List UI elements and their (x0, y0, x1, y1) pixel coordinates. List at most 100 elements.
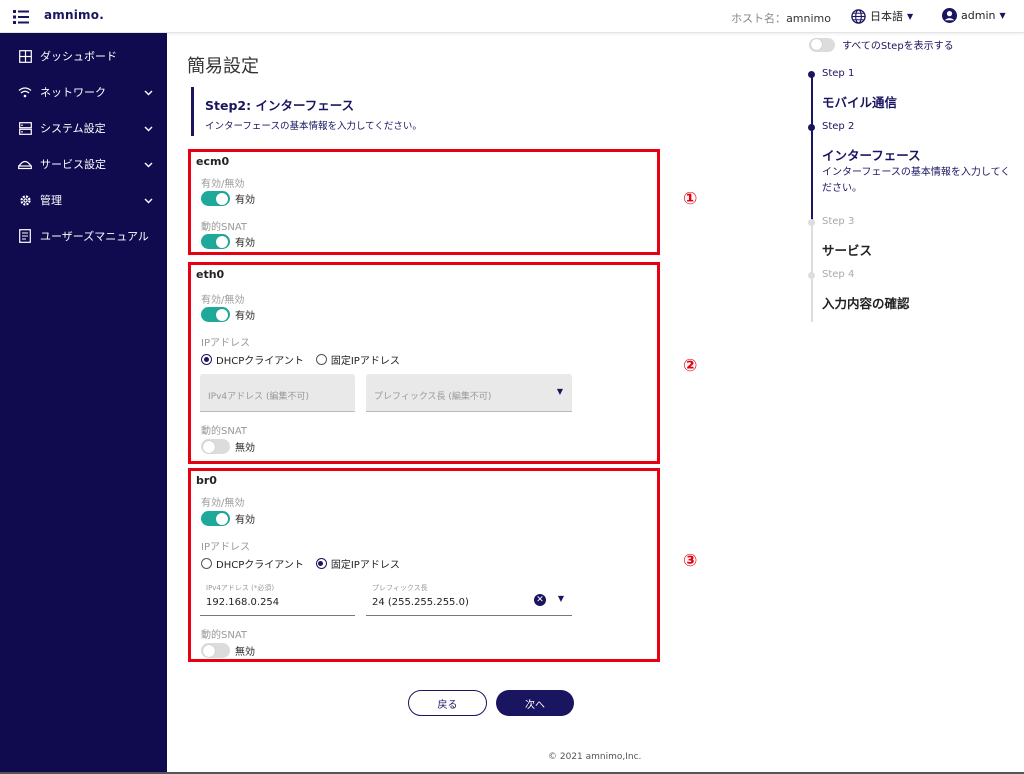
eth0-ip-mode: DHCPクライアント 固定IPアドレス (201, 352, 412, 367)
annotation-3: ③ (683, 551, 698, 571)
next-button[interactable]: 次へ (496, 690, 574, 716)
sidebar-item-label: ネットワーク (40, 86, 106, 99)
sidebar-item-label: サービス設定 (40, 158, 106, 171)
annotation-1: ① (683, 189, 698, 209)
sidebar-item-label: ダッシュボード (40, 50, 117, 63)
step-description: インターフェースの基本情報を入力してください。 (205, 121, 422, 132)
toggle-state: 有効 (235, 515, 255, 526)
language-label: 日本語 (870, 10, 903, 23)
chevron-down-icon (144, 122, 153, 135)
br0-title: br0 (196, 474, 217, 487)
br0-snat-toggle[interactable]: 無効 (201, 643, 255, 658)
sidebar-item-dashboard[interactable]: ダッシュボード (0, 38, 167, 74)
sidebar-item-network[interactable]: ネットワーク (0, 74, 167, 110)
radio-indicator (201, 354, 212, 365)
toggle-switch (201, 439, 230, 454)
eth0-ip-label: IPアドレス (201, 338, 250, 349)
br0-enable-label: 有効/無効 (201, 498, 245, 509)
field-value: 192.168.0.254 (206, 597, 280, 608)
step-1-title[interactable]: モバイル通信 (822, 92, 897, 111)
dhcp-radio[interactable]: DHCPクライアント (201, 556, 304, 571)
stepper-line (811, 276, 813, 322)
toggle-state: 有効 (235, 311, 255, 322)
sidebar-item-system[interactable]: システム設定 (0, 110, 167, 146)
radio-label: DHCPクライアント (216, 560, 304, 571)
br0-ip-label: IPアドレス (201, 542, 250, 553)
step-3-title[interactable]: サービス (822, 240, 872, 259)
sidebar-item-label: システム設定 (40, 122, 106, 135)
br0-ip-mode: DHCPクライアント 固定IPアドレス (201, 556, 412, 571)
language-selector[interactable]: 日本語 ▼ (851, 8, 913, 24)
chevron-down-icon (144, 158, 153, 171)
host-value: amnimo (786, 12, 831, 25)
menu-icon[interactable] (13, 9, 29, 24)
eth0-prefix-field: プレフィックス長 (編集不可) ▼ (366, 374, 572, 412)
br0-enable-toggle[interactable]: 有効 (201, 511, 255, 526)
field-placeholder: IPv4アドレス (編集不可) (208, 392, 310, 402)
step-3-number: Step 3 (822, 216, 855, 227)
manual-icon (18, 229, 32, 243)
step-dot (808, 219, 815, 226)
toggle-switch (809, 37, 835, 52)
sidebar-item-admin[interactable]: 管理 (0, 182, 167, 218)
step-2-number: Step 2 (822, 121, 855, 132)
radio-indicator (201, 558, 212, 569)
clear-icon[interactable]: ✕ (534, 594, 546, 606)
chevron-down-icon (144, 194, 153, 207)
ecm0-snat-toggle[interactable]: 有効 (201, 234, 255, 249)
host-name: ホスト名：amnimo (731, 10, 831, 26)
server-icon (18, 121, 32, 135)
page-title: 簡易設定 (187, 56, 259, 77)
show-all-label: すべてのStepを表示する (842, 41, 954, 52)
radio-indicator (315, 354, 327, 365)
stepper-line (811, 129, 813, 223)
sidebar-item-label: ユーザーズマニュアル (40, 230, 149, 243)
step-1-number: Step 1 (822, 68, 855, 79)
chevron-down-icon: ▼ (907, 11, 914, 21)
back-button[interactable]: 戻る (408, 690, 487, 716)
ecm0-section (188, 149, 660, 255)
footer: © 2021 amnimo,Inc. (548, 752, 642, 762)
br0-prefix-select[interactable]: プレフィックス長 24 (255.255.255.0) ✕ ▼ (366, 580, 572, 616)
host-label: ホスト名： (731, 12, 787, 25)
sidebar-item-label: 管理 (40, 194, 62, 207)
ecm0-enable-label: 有効/無効 (201, 179, 245, 190)
logo: amnimo. (44, 8, 104, 22)
toggle-state: 無効 (235, 443, 255, 454)
show-all-steps-toggle[interactable]: すべてのStepを表示する (809, 37, 954, 52)
toggle-state: 無効 (235, 647, 255, 658)
toggle-switch (201, 307, 230, 322)
step-dot (808, 272, 815, 279)
sidebar-item-service[interactable]: サービス設定 (0, 146, 167, 182)
user-label: admin (961, 9, 996, 22)
user-menu[interactable]: admin ▼ (942, 8, 1006, 23)
toggle-switch (201, 191, 230, 206)
step-4-title[interactable]: 入力内容の確認 (822, 293, 910, 312)
dropdown-arrow-icon: ▼ (556, 387, 563, 396)
ecm0-snat-label: 動的SNAT (201, 222, 248, 233)
toggle-switch (201, 643, 230, 658)
step-2-title[interactable]: インターフェース (822, 145, 921, 164)
field-label: プレフィックス長 (372, 584, 428, 592)
eth0-snat-toggle[interactable]: 無効 (201, 439, 255, 454)
chevron-down-icon (144, 86, 153, 99)
dashboard-icon (18, 49, 32, 63)
ecm0-enable-toggle[interactable]: 有効 (201, 191, 255, 206)
static-ip-radio[interactable]: 固定IPアドレス (315, 556, 400, 571)
eth0-enable-label: 有効/無効 (201, 295, 245, 306)
eth0-title: eth0 (196, 268, 225, 281)
toggle-switch (201, 511, 230, 526)
static-ip-radio[interactable]: 固定IPアドレス (315, 352, 400, 367)
toggle-switch (201, 234, 230, 249)
step-2-description: インターフェースの基本情報を入力してください。 (822, 167, 1011, 194)
sidebar-item-manual[interactable]: ユーザーズマニュアル (0, 218, 167, 254)
br0-ipv4-field[interactable]: IPv4アドレス (*必須) 192.168.0.254 (200, 580, 355, 616)
dropdown-arrow-icon[interactable]: ▼ (558, 594, 564, 603)
dhcp-radio[interactable]: DHCPクライアント (201, 352, 304, 367)
step-header: Step2: インターフェース インターフェースの基本情報を入力してください。 (191, 87, 422, 136)
chevron-down-icon: ▼ (999, 11, 1006, 20)
step-title: Step2: インターフェース (205, 98, 355, 113)
radio-label: 固定IPアドレス (330, 560, 400, 571)
sidebar: ダッシュボード ネットワーク システム設定 サービス設定 管理 ユーザーズマニュ… (0, 33, 167, 774)
eth0-enable-toggle[interactable]: 有効 (201, 307, 255, 322)
